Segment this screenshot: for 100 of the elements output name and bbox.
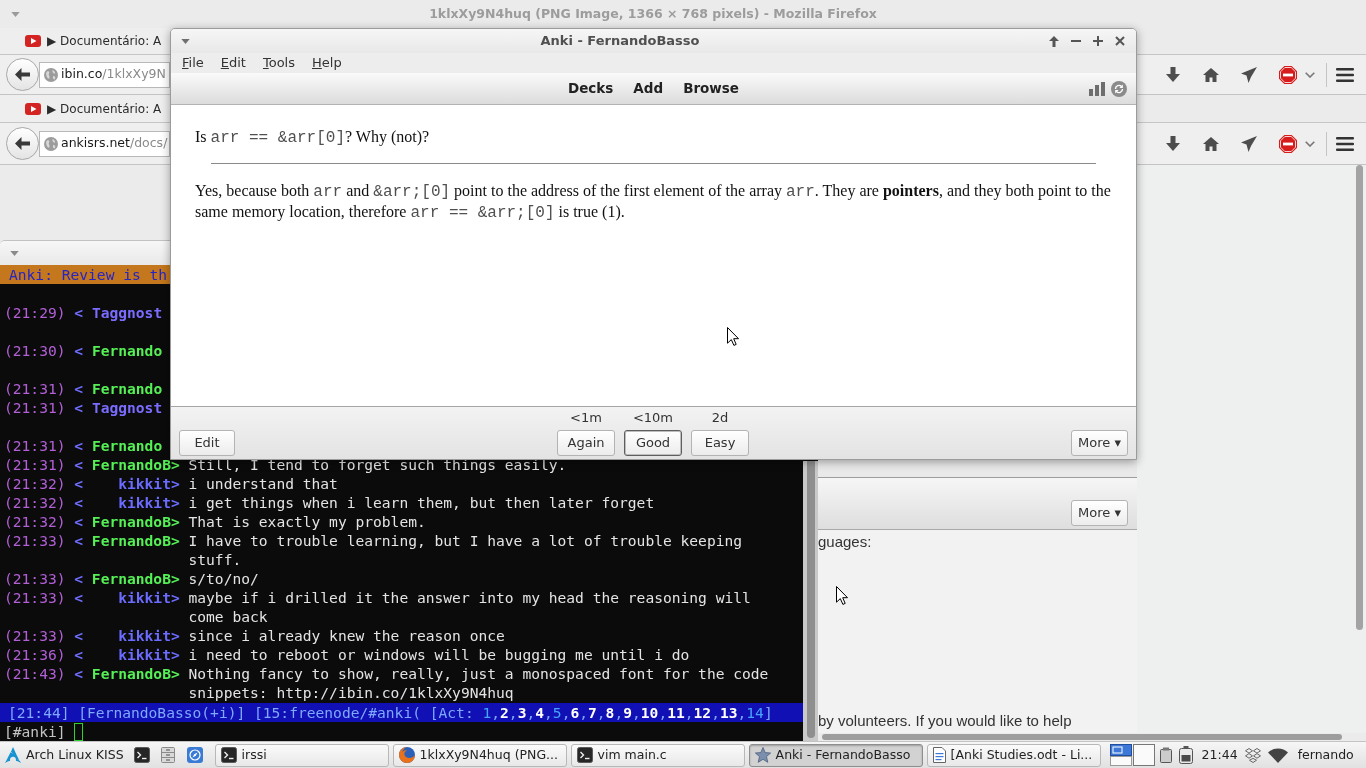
window-title: 1klxXy9N4huq (PNG Image, 1366 × 768 pixels) - Mozilla Firefox	[429, 4, 877, 23]
task-button[interactable]: vim main.c	[570, 743, 745, 767]
nickname: FernandoB>	[91, 664, 180, 683]
menu-item[interactable]: Edit	[220, 53, 246, 73]
nick-bracket: <	[74, 398, 84, 417]
nick-bracket: <	[74, 645, 84, 664]
wifi-icon[interactable]	[1267, 747, 1288, 763]
globe-icon	[44, 136, 58, 151]
question-text: Is arr == &arr[0]? Why (not)?	[195, 127, 431, 148]
url-field[interactable]: ibin.co/1klxXy9N	[39, 61, 170, 88]
chevron-down-icon[interactable]	[1305, 140, 1315, 147]
activity-item: 3,	[517, 703, 536, 722]
timestamp: (21:33)	[4, 531, 66, 550]
interval-label: <10m	[632, 410, 674, 426]
toolbar-link[interactable]: Decks	[567, 78, 614, 99]
task-button[interactable]: [Anki Studies.odt - Li...	[926, 743, 1101, 767]
menu-item[interactable]: File	[182, 53, 204, 73]
paper-plane-icon[interactable]	[1241, 66, 1257, 83]
activity-item: 9,	[623, 703, 641, 722]
home-icon[interactable]	[1203, 136, 1219, 151]
answer-text: Yes, because both arr and &arr;[0] point to the address of the first element of the array arr. They are pointers, and they both point to the same memory location, therefore arr == &arr;[0] is true (1).	[195, 181, 1112, 223]
clock: 21:44	[1201, 745, 1238, 764]
menu-icon[interactable]	[1336, 67, 1354, 82]
timestamp: (21:33)	[4, 626, 66, 645]
terminal-icon[interactable]	[133, 747, 150, 763]
stop-sign-icon[interactable]	[1279, 65, 1297, 84]
stop-sign-icon[interactable]	[1279, 134, 1297, 153]
status-item: [21:44]	[8, 703, 70, 722]
timestamp: (21:33)	[4, 569, 66, 588]
timestamp: (21:31)	[4, 455, 66, 474]
toolbar-link[interactable]: Browse	[683, 78, 740, 99]
battery-icon[interactable]	[1178, 746, 1193, 764]
video-play-icon	[25, 35, 41, 47]
scrollbar[interactable]	[1355, 165, 1363, 630]
nick-bracket: <	[74, 341, 84, 360]
nick-bracket: <	[74, 588, 84, 607]
timestamp: (21:31)	[4, 398, 66, 417]
compass-icon[interactable]	[186, 747, 203, 763]
user-name: fernando	[1297, 745, 1354, 764]
down-arrow-icon[interactable]	[1166, 136, 1180, 151]
up-arrow-icon[interactable]	[1049, 35, 1059, 47]
edit-button[interactable]: Edit	[179, 430, 235, 456]
activity-item: 1,	[482, 703, 501, 722]
activity-item: 4,	[535, 703, 553, 722]
menu-item[interactable]: Help	[312, 53, 342, 73]
bar-chart-icon[interactable]	[1089, 81, 1105, 96]
more-button[interactable]: More ▾	[1071, 500, 1128, 526]
chat-message: since i already knew the reason once	[188, 627, 505, 644]
down-arrow-icon[interactable]	[1166, 67, 1180, 82]
video-play-icon	[25, 102, 41, 115]
answer-button[interactable]: Again	[557, 430, 615, 456]
more-button[interactable]: More ▾	[1071, 430, 1128, 456]
globe-icon	[44, 67, 58, 82]
start-button[interactable]: Arch Linux KISS	[0, 742, 124, 768]
nick-bracket: <	[74, 512, 84, 531]
caret-icon[interactable]	[181, 38, 190, 44]
back-button[interactable]	[6, 58, 39, 91]
nickname: kikkit>	[118, 588, 180, 607]
scrollbar[interactable]	[822, 734, 1342, 740]
nick-bracket: <	[74, 493, 84, 512]
page-text: by volunteers. If you would like to help	[818, 712, 1072, 730]
back-arrow-icon	[15, 68, 30, 81]
timestamp: (21:43)	[4, 664, 66, 683]
boxes-icon[interactable]	[1244, 747, 1261, 763]
nick-bracket: <	[74, 664, 84, 683]
workspace-pager-icon[interactable]	[1109, 744, 1155, 766]
chevron-down-icon[interactable]	[1305, 71, 1315, 78]
menu-item[interactable]: Tools	[262, 53, 295, 73]
maximize-icon[interactable]	[1093, 36, 1103, 46]
timestamp: (21:32)	[4, 512, 66, 531]
url-field[interactable]: ankisrs.net/docs/	[39, 130, 170, 157]
answer-button[interactable]: Easy	[691, 430, 749, 456]
task-button[interactable]: 1klxXy9N4huq (PNG...	[392, 743, 567, 767]
toolbar-link[interactable]: Add	[633, 78, 664, 99]
nick-bracket: <	[74, 455, 84, 474]
task-button[interactable]: irssi	[214, 743, 389, 767]
nickname: FernandoB>	[91, 531, 180, 550]
caret-icon[interactable]	[10, 250, 19, 256]
nick-bracket: <	[74, 379, 84, 398]
close-icon[interactable]	[1115, 36, 1125, 46]
timestamp: (21:31)	[4, 436, 66, 455]
menu-icon[interactable]	[1336, 136, 1354, 151]
clipboard-icon[interactable]	[1159, 747, 1172, 763]
timestamp: (21:32)	[4, 493, 66, 512]
status-item: [15:freenode/#anki(	[254, 703, 421, 722]
back-button[interactable]	[6, 127, 39, 160]
back-arrow-icon	[15, 137, 30, 150]
command-input[interactable]: [#anki]	[0, 722, 88, 741]
drawer-icon[interactable]	[160, 747, 175, 763]
nickname: Fernando	[91, 379, 163, 398]
task-button[interactable]: Anki - FernandoBasso	[748, 743, 923, 767]
activity-item: 2,	[500, 703, 518, 722]
home-icon[interactable]	[1203, 67, 1219, 82]
answer-button[interactable]: Good	[624, 430, 682, 456]
nick-bracket: <	[74, 474, 84, 493]
sync-icon[interactable]	[1111, 80, 1127, 97]
nickname: Fernando	[91, 341, 163, 360]
paper-plane-icon[interactable]	[1241, 135, 1257, 152]
chat-message: s/to/no/	[188, 570, 259, 587]
activity-label: [Act:	[429, 703, 474, 722]
